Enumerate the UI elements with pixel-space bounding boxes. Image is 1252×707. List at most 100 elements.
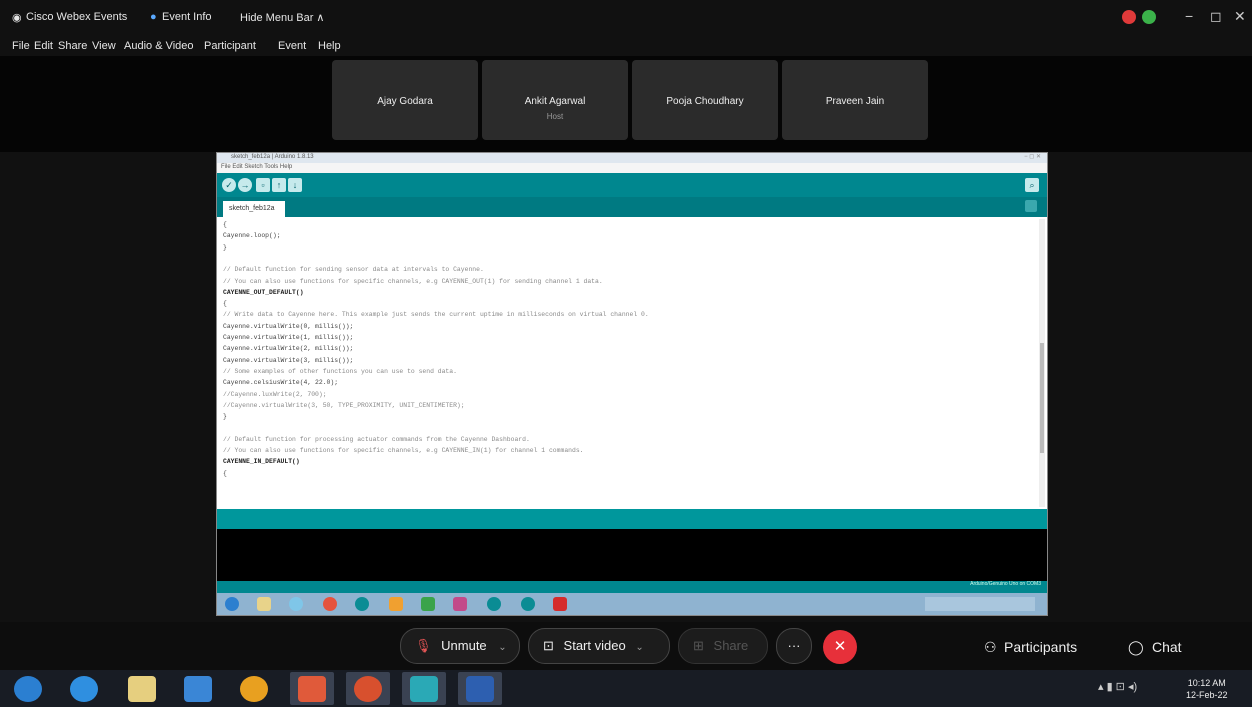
excel-icon [421,597,435,611]
code-line: Cayenne.virtualWrite(3, millis()); [223,356,354,364]
menu-share[interactable]: Share [58,40,87,52]
code-line: { [223,469,227,477]
code-line: //Cayenne.virtualWrite(3, 50, TYPE_PROXI… [223,401,465,409]
code-line: // Default function for processing actua… [223,435,530,443]
arduino-icon [487,597,501,611]
arduino-window-controls[interactable]: − ◻ ✕ [1024,153,1041,160]
system-clock[interactable]: 10:12 AM 12-Feb-22 [1186,677,1228,701]
code-line: CAYENNE_OUT_DEFAULT() [223,288,304,296]
chevron-down-icon[interactable]: ⌄ [635,642,643,653]
chrome-icon[interactable] [240,676,268,702]
menu-edit[interactable]: Edit [34,40,53,52]
arduino-tab-bar: sketch_feb12a [217,197,1047,217]
upload-icon[interactable]: → [238,178,252,192]
menu-event[interactable]: Event [278,40,306,52]
unmute-button[interactable]: 🎙︎ Unmute ⌄ [400,628,520,664]
record-status-icon[interactable] [1122,10,1136,24]
tray-icons[interactable]: ▴ ▮ ⊡ ◂) [1098,680,1137,693]
connection-status-icon[interactable] [1142,10,1156,24]
meeting-controls: 🎙︎ Unmute ⌄ ⊡ Start video ⌄ ⊞ Share ··· … [0,622,1252,670]
clock-time: 10:12 AM [1187,678,1226,688]
participant-name: Ankit Agarwal [524,96,586,107]
close-button[interactable]: ✕ [1234,8,1246,25]
file-explorer-icon[interactable] [128,676,156,702]
code-line: // You can also use functions for specif… [223,277,603,285]
minimize-button[interactable]: − [1185,8,1193,24]
participant-name: Pooja Choudhary [666,96,744,107]
editor-scrollbar-thumb[interactable] [1040,343,1044,453]
arduino-title-bar: sketch_feb12a | Arduino 1.8.13 − ◻ ✕ [217,153,1047,163]
menu-file[interactable]: File [12,40,30,52]
save-sketch-icon[interactable]: ↓ [288,178,302,192]
menu-help[interactable]: Help [318,40,341,52]
folder-icon [257,597,271,611]
menu-view[interactable]: View [92,40,116,52]
code-line: { [223,221,227,228]
share-button[interactable]: ⊞ Share [678,628,768,664]
app-icon [453,597,467,611]
menu-bar: File Edit Share View Audio & Video Parti… [0,36,1252,56]
chrome-icon [323,597,337,611]
start-orb-icon [225,597,239,611]
arduino-footer: Arduino/Genuino Uno on COM3 [217,581,1047,593]
arduino-icon [355,597,369,611]
start-button-icon[interactable] [14,676,42,702]
verify-icon[interactable]: ✓ [222,178,236,192]
clock-date: 12-Feb-22 [1186,690,1228,700]
code-line: Cayenne.loop(); [223,232,281,240]
start-video-button[interactable]: ⊡ Start video ⌄ [528,628,670,664]
tab-sketch[interactable]: sketch_feb12a [223,201,285,217]
chevron-down-icon[interactable]: ⌄ [498,642,506,653]
participant-name: Praveen Jain [825,96,885,107]
webex-icon[interactable] [410,676,438,702]
menu-audio-video[interactable]: Audio & Video [124,40,194,52]
chat-icon: ◯ [1128,639,1144,655]
code-line: Cayenne.virtualWrite(0, millis()); [223,322,354,330]
participant-role: Host [546,112,564,121]
chrome-window-icon[interactable] [354,676,382,702]
share-label: Share [713,638,749,653]
participant-tile[interactable]: Ajay Godara [332,60,478,140]
arduino-toolbar: ✓ → ▫ ↑ ↓ ⌕ [217,173,1047,197]
code-line: Cayenne.virtualWrite(1, millis()); [223,334,354,341]
board-info: Arduino/Genuino Uno on COM3 [970,581,1041,587]
unmute-label: Unmute [441,638,487,653]
chat-button[interactable]: Chat [1152,639,1182,655]
arduino-console [217,529,1047,581]
word-icon[interactable] [466,676,494,702]
media-player-icon[interactable] [184,676,212,702]
tab-menu-icon[interactable] [1025,200,1037,212]
participant-tile[interactable]: Praveen Jain [782,60,928,140]
participant-tile[interactable]: Pooja Choudhary [632,60,778,140]
code-line: Cayenne.virtualWrite(2, millis()); [223,345,354,353]
chrome-window-icon[interactable] [298,676,326,702]
arduino-menu-bar: File Edit Sketch Tools Help [217,163,1047,173]
arduino-status-bar [217,509,1047,529]
code-line: Cayenne.celsiusWrite(4, 22.0); [223,379,339,387]
participants-button[interactable]: Participants [1004,639,1077,655]
pdf-icon [553,597,567,611]
participant-tile[interactable]: Ankit Agarwal Host [482,60,628,140]
info-icon: ● [150,11,157,23]
menu-participant[interactable]: Participant [204,40,256,52]
end-meeting-button[interactable]: ✕ [823,630,857,664]
code-line: // Some examples of other functions you … [223,367,457,375]
serial-monitor-icon[interactable]: ⌕ [1025,178,1039,192]
open-sketch-icon[interactable]: ↑ [272,178,286,192]
arduino-icon [521,597,535,611]
code-editor[interactable]: { Cayenne.loop();} // Default function fo… [217,217,1047,509]
restore-button[interactable]: ◻ [1210,8,1222,25]
shared-taskbar [217,593,1047,615]
browser-icon [289,597,303,611]
code-line: { [223,300,227,308]
hide-menu-bar-button[interactable]: Hide Menu Bar ∧ [240,11,324,24]
arduino-menu[interactable]: File Edit Sketch Tools Help [221,164,292,170]
internet-explorer-icon[interactable] [70,676,98,702]
participant-strip: Ajay Godara Ankit Agarwal Host Pooja Cho… [0,56,1252,152]
start-video-label: Start video [563,638,626,653]
more-options-button[interactable]: ··· [776,628,812,664]
code-line: } [223,243,227,251]
new-sketch-icon[interactable]: ▫ [256,178,270,192]
code-line: } [223,413,227,421]
event-info-button[interactable]: Event Info [162,11,212,23]
